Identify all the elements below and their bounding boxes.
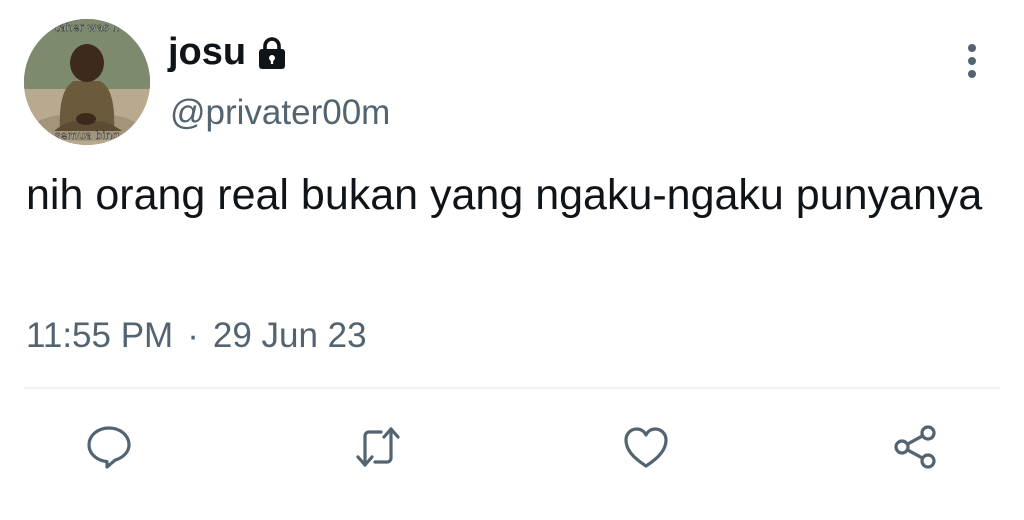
- user-handle[interactable]: @privater00m: [170, 92, 390, 134]
- retweet-icon: [356, 427, 400, 467]
- retweet-button[interactable]: [351, 420, 405, 474]
- more-dot-icon: [968, 70, 976, 78]
- tweet-text: nih orang real bukan yang ngaku-ngaku pu…: [26, 171, 983, 219]
- tweet-time[interactable]: 11:55 PM: [26, 314, 173, 358]
- reply-icon: [87, 426, 131, 469]
- display-name[interactable]: josu: [168, 28, 246, 76]
- tweet-date[interactable]: 29 Jun 23: [213, 314, 367, 358]
- avatar-image: taher was h semua bing: [24, 19, 150, 145]
- timestamp-separator: ·: [187, 316, 199, 355]
- heart-icon: [624, 427, 668, 468]
- avatar[interactable]: taher was h semua bing: [24, 19, 150, 145]
- divider: [24, 387, 1000, 389]
- more-options-button[interactable]: [958, 40, 986, 82]
- tweet-card: taher was h semua bing josu @privater00m…: [0, 0, 1024, 520]
- more-dot-icon: [968, 57, 976, 65]
- avatar-caption-top: taher was h: [55, 21, 120, 34]
- timestamp-row: 11:55 PM · 29 Jun 23: [26, 314, 367, 358]
- like-button[interactable]: [619, 420, 673, 474]
- share-icon: [894, 425, 936, 469]
- reply-button[interactable]: [82, 420, 136, 474]
- lock-icon: [259, 37, 286, 69]
- avatar-caption-bottom: semua bing: [55, 129, 119, 142]
- display-name-row: josu: [168, 28, 288, 76]
- share-button[interactable]: [888, 420, 942, 474]
- more-dot-icon: [968, 44, 976, 52]
